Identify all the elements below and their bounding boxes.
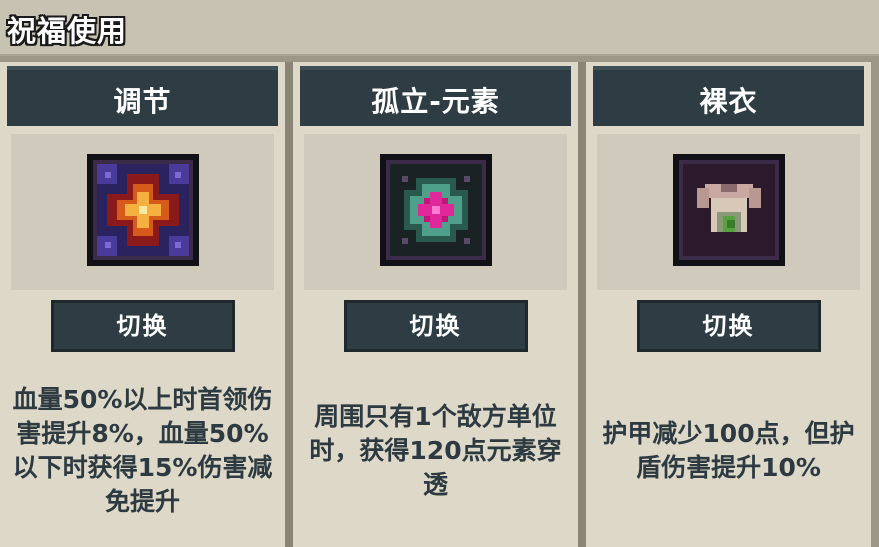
card-divider xyxy=(578,62,586,547)
blessing-card-bare-clothes: 裸衣 切换 护甲减少100点，但护盾伤害提升10% xyxy=(586,62,871,547)
switch-button[interactable]: 切换 xyxy=(636,300,821,352)
element-gem-icon xyxy=(379,154,492,266)
card-header: 裸衣 xyxy=(593,66,864,126)
icon-panel xyxy=(11,134,274,290)
blessing-description: 血量50%以上时首领伤害提升8%，血量50%以下时获得15%伤害减免提升 xyxy=(12,385,273,516)
switch-button-label: 切换 xyxy=(116,312,169,340)
switch-button[interactable]: 切换 xyxy=(50,300,235,352)
bare-shirt-icon xyxy=(672,154,785,266)
switch-button-label: 切换 xyxy=(702,312,755,340)
page-title: 祝福使用 xyxy=(7,14,128,48)
blessing-name: 孤立-元素 xyxy=(371,85,500,118)
card-divider xyxy=(285,62,293,547)
blessing-card-isolation-element: 孤立-元素 切换 周围只有1个敌方单位时，获得120点元素穿透 xyxy=(293,62,578,547)
blessing-card-adjust: 调节 切换 血量50%以上时首领伤害提升8%，血量50%以下时获得15%伤害减免… xyxy=(0,62,285,547)
blessing-name: 调节 xyxy=(113,85,172,118)
blessing-description: 护甲减少100点，但护盾伤害提升10% xyxy=(602,419,855,482)
blessing-description: 周围只有1个敌方单位时，获得120点元素穿透 xyxy=(309,402,562,499)
card-header: 孤立-元素 xyxy=(300,66,571,126)
blessing-name: 裸衣 xyxy=(699,85,758,118)
icon-panel xyxy=(304,134,567,290)
radiant-star-icon xyxy=(86,154,199,266)
title-bar: 祝福使用 xyxy=(0,0,879,56)
icon-panel xyxy=(597,134,860,290)
switch-button[interactable]: 切换 xyxy=(343,300,528,352)
switch-button-label: 切换 xyxy=(409,312,462,340)
card-header: 调节 xyxy=(7,66,278,126)
